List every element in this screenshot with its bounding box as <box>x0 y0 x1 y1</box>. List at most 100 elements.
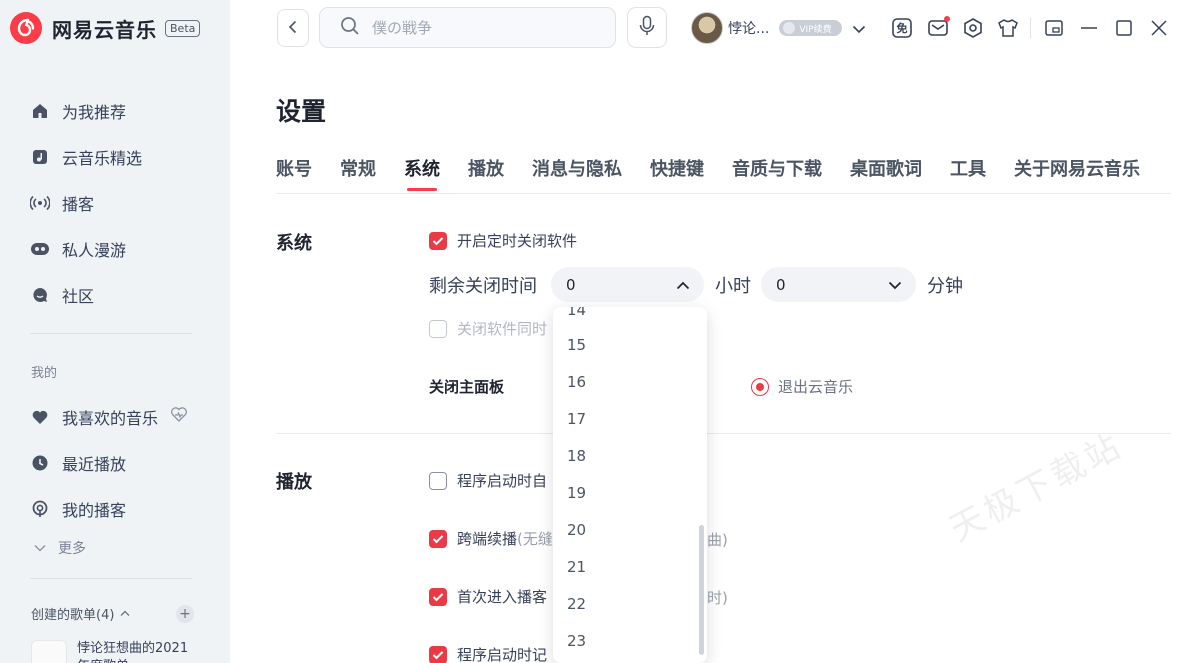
netease-logo-icon <box>10 12 42 44</box>
nav-community[interactable]: 社区 <box>30 272 200 318</box>
nav-liked-music[interactable]: 我喜欢的音乐 <box>30 394 200 440</box>
tab-system[interactable]: 系统 <box>404 155 440 191</box>
autostart-option[interactable]: 程序启动时自 <box>429 470 547 491</box>
tab-messages-privacy[interactable]: 消息与隐私 <box>532 155 622 181</box>
hours-dropdown[interactable]: 14 15 16 17 18 19 20 21 22 23 <box>553 307 707 663</box>
nav-label: 云音乐精选 <box>62 149 143 168</box>
podcast-icon <box>30 499 50 519</box>
nav-roam[interactable]: 私人漫游 <box>30 226 200 272</box>
beta-badge: Beta <box>165 19 201 37</box>
hours-option[interactable]: 22 <box>567 595 586 613</box>
nav-my-podcast[interactable]: 我的播客 <box>30 486 200 532</box>
hours-option[interactable]: 15 <box>567 336 586 354</box>
back-button[interactable] <box>277 9 309 47</box>
system-section-label: 系统 <box>276 233 312 254</box>
startup-record-option[interactable]: 程序启动时记 <box>429 644 547 663</box>
search-box[interactable] <box>319 7 616 48</box>
user-profile[interactable]: 悖论... VIP续费 <box>691 12 866 44</box>
created-playlists-header[interactable]: 创建的歌单(4) + <box>31 604 194 623</box>
hours-option[interactable]: 16 <box>567 373 586 391</box>
playlist-item[interactable]: 悖论狂想曲的2021年度歌单 <box>31 640 197 663</box>
minutes-value: 0 <box>776 275 786 294</box>
close-also-option[interactable]: 关闭软件同时 <box>429 318 547 339</box>
vip-label: VIP续费 <box>799 24 832 35</box>
playlist-title: 悖论狂想曲的2021年度歌单 <box>77 641 189 663</box>
free-mode-icon[interactable]: 免 <box>890 16 914 40</box>
cross-device-option[interactable]: 跨端续播 (无缝 <box>429 528 553 549</box>
hours-option[interactable]: 18 <box>567 447 586 465</box>
search-input[interactable] <box>372 18 592 37</box>
hours-option[interactable]: 21 <box>567 558 586 576</box>
autostart-label: 程序启动时自 <box>457 472 548 490</box>
topbar-divider <box>1030 18 1031 38</box>
more-toggle[interactable]: 更多 <box>30 532 200 564</box>
watermark: 天极下载站 <box>943 425 1130 550</box>
chevron-down-icon <box>888 276 902 294</box>
hours-option[interactable]: 19 <box>567 484 586 502</box>
add-playlist-button[interactable]: + <box>176 604 194 623</box>
autostart-checkbox[interactable] <box>429 471 447 490</box>
dropdown-scrollbar[interactable] <box>699 525 704 655</box>
clock-icon <box>30 453 50 473</box>
exit-app-label: 退出云音乐 <box>778 378 854 396</box>
mini-mode-icon[interactable] <box>1042 16 1066 40</box>
tab-account[interactable]: 账号 <box>276 155 312 181</box>
close-icon[interactable] <box>1147 16 1171 40</box>
minutes-select[interactable]: 0 <box>761 267 916 302</box>
mine-nav: 我喜欢的音乐 最近播放 我的播客 更多 <box>30 394 200 564</box>
avatar[interactable] <box>691 12 723 44</box>
username[interactable]: 悖论... <box>728 18 769 38</box>
close-also-label: 关闭软件同时 <box>457 320 548 338</box>
tab-about[interactable]: 关于网易云音乐 <box>1014 155 1140 181</box>
sidebar-divider <box>30 333 192 334</box>
startup-record-checkbox[interactable] <box>429 645 447 663</box>
created-playlists-label: 创建的歌单(4) <box>31 608 115 623</box>
tab-shortcuts[interactable]: 快捷键 <box>650 155 704 181</box>
broadcast-icon <box>30 193 50 213</box>
search-icon <box>340 16 360 40</box>
tab-tools[interactable]: 工具 <box>950 155 986 181</box>
vip-badge[interactable]: VIP续费 <box>779 20 843 36</box>
heartbeat-mode-icon[interactable] <box>170 407 188 427</box>
tab-general[interactable]: 常规 <box>340 155 376 181</box>
home-icon <box>30 101 50 121</box>
cross-device-checkbox[interactable] <box>429 529 447 548</box>
first-podcast-label: 首次进入播客 <box>457 588 548 606</box>
nav-recommend[interactable]: 为我推荐 <box>30 88 200 134</box>
hours-select[interactable]: 0 <box>551 267 704 302</box>
first-podcast-option[interactable]: 首次进入播客 <box>429 586 547 607</box>
timer-enable-option[interactable]: 开启定时关闭软件 <box>429 230 577 251</box>
nav-recent[interactable]: 最近播放 <box>30 440 200 486</box>
voice-search-button[interactable] <box>627 7 667 48</box>
hours-option[interactable]: 17 <box>567 410 586 428</box>
nav-podcast[interactable]: 播客 <box>30 180 200 226</box>
skin-icon[interactable] <box>996 16 1020 40</box>
timer-enable-checkbox[interactable] <box>429 231 447 250</box>
microphone-icon <box>639 15 655 41</box>
vip-icon <box>783 22 796 34</box>
hours-option[interactable]: 20 <box>567 521 586 539</box>
minimize-icon[interactable] <box>1077 16 1101 40</box>
chevron-down-icon[interactable] <box>852 19 866 38</box>
tab-quality-download[interactable]: 音质与下载 <box>732 155 822 181</box>
message-icon[interactable] <box>926 16 950 40</box>
exit-app-option[interactable]: 退出云音乐 <box>751 376 853 397</box>
cross-device-note: (无缝 <box>517 530 553 548</box>
exit-app-radio[interactable] <box>751 377 769 396</box>
chevron-up-icon <box>120 606 130 621</box>
remaining-time-row: 剩余关闭时间 0 小时 0 分钟 <box>429 267 963 302</box>
nav-selected[interactable]: 云音乐精选 <box>30 134 200 180</box>
settings-icon[interactable] <box>961 16 985 40</box>
maximize-icon[interactable] <box>1112 16 1136 40</box>
tab-desktop-lyrics[interactable]: 桌面歌词 <box>850 155 922 181</box>
hours-option[interactable]: 23 <box>567 632 586 650</box>
chevron-up-icon <box>676 276 690 294</box>
brand[interactable]: 网易云音乐 Beta <box>10 12 201 44</box>
tab-playback[interactable]: 播放 <box>468 155 504 181</box>
first-podcast-note-end: 时) <box>707 589 728 607</box>
hours-option[interactable]: 14 <box>567 307 586 319</box>
sidebar-divider <box>30 578 192 579</box>
close-also-checkbox[interactable] <box>429 319 447 338</box>
chat-bubble-icon <box>30 285 50 305</box>
first-podcast-checkbox[interactable] <box>429 587 447 606</box>
